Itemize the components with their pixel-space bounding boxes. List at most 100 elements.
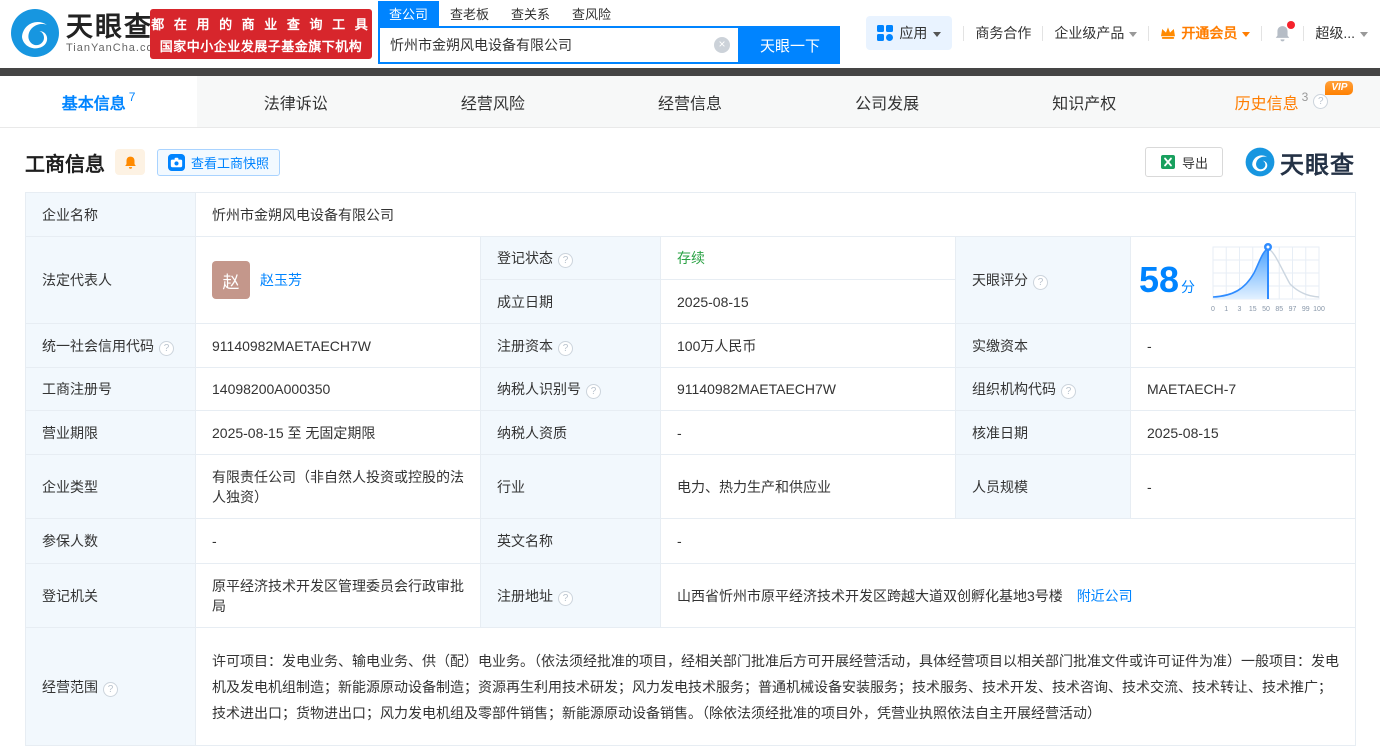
search-input-wrap: × bbox=[378, 26, 740, 64]
chevron-down-icon bbox=[1360, 32, 1368, 37]
tab-operating-risk[interactable]: 经营风险 bbox=[394, 76, 591, 127]
search-input[interactable] bbox=[390, 37, 714, 53]
nearby-companies-link[interactable]: 附近公司 bbox=[1077, 588, 1133, 604]
enterprise-label: 企业级产品 bbox=[1054, 23, 1124, 43]
field-value-company-type: 有限责任公司（非自然人投资或控股的法人独资） bbox=[196, 455, 481, 519]
svg-text:99: 99 bbox=[1302, 306, 1310, 313]
field-label-paid-capital: 实缴资本 bbox=[956, 324, 1131, 368]
search-tab-company[interactable]: 查公司 bbox=[378, 1, 439, 26]
tianyancha-logo[interactable]: 天眼查 TianYanCha.com bbox=[10, 8, 164, 58]
field-value-insured: - bbox=[196, 519, 481, 564]
field-label-address: 注册地址? bbox=[481, 564, 661, 628]
field-label-company-type: 企业类型 bbox=[26, 455, 196, 519]
svg-text:15: 15 bbox=[1249, 306, 1257, 313]
search-tab-boss[interactable]: 查老板 bbox=[439, 1, 500, 26]
tab-history-info[interactable]: VIP 历史信息 3 ? bbox=[1183, 76, 1380, 127]
tab-legal-litigation[interactable]: 法律诉讼 bbox=[197, 76, 394, 127]
score-panel[interactable]: 58分 0 1 bbox=[1139, 241, 1347, 319]
help-icon[interactable]: ? bbox=[558, 591, 573, 606]
notification-dot bbox=[1287, 21, 1295, 29]
field-label-staff-size: 人员规模 bbox=[956, 455, 1131, 519]
field-value-english-name: - bbox=[661, 519, 1356, 564]
table-row: 统一社会信用代码? 91140982MAETAECH7W 注册资本? 100万人… bbox=[26, 324, 1356, 368]
field-label-taxpayer-quality: 纳税人资质 bbox=[481, 411, 661, 455]
nav-open-vip[interactable]: 开通会员 bbox=[1160, 23, 1250, 43]
avatar[interactable]: 赵 bbox=[212, 261, 250, 299]
excel-icon bbox=[1160, 154, 1176, 170]
tianyancha-logo-icon bbox=[10, 8, 60, 58]
field-value-taxpayer-quality: - bbox=[661, 411, 956, 455]
watermark-logo: 天眼查 bbox=[1245, 145, 1355, 180]
field-label-reg-authority: 登记机关 bbox=[26, 564, 196, 628]
field-value-legal-rep: 赵 赵玉芳 bbox=[196, 237, 481, 324]
address-text: 山西省忻州市原平经济技术开发区跨越大道双创孵化基地3号楼 bbox=[677, 588, 1063, 604]
help-icon[interactable]: ? bbox=[586, 384, 601, 399]
field-value-establish-date: 2025-08-15 bbox=[661, 280, 956, 324]
table-row: 工商注册号 14098200A000350 纳税人识别号? 91140982MA… bbox=[26, 368, 1356, 411]
field-label-taxpayer-id: 纳税人识别号? bbox=[481, 368, 661, 411]
field-value-business-scope: 许可项目：发电业务、输电业务、供（配）电业务。（依法须经批准的项目，经相关部门批… bbox=[196, 628, 1356, 746]
field-value-reg-number: 14098200A000350 bbox=[196, 368, 481, 411]
tab-label: 经营风险 bbox=[461, 90, 525, 114]
search-tab-risk[interactable]: 查风险 bbox=[561, 1, 622, 26]
tab-intellectual-property[interactable]: 知识产权 bbox=[986, 76, 1183, 127]
camera-icon bbox=[168, 154, 185, 171]
tab-company-development[interactable]: 公司发展 bbox=[789, 76, 986, 127]
section-title: 工商信息 bbox=[25, 148, 105, 177]
help-icon[interactable]: ? bbox=[1313, 94, 1328, 109]
vip-badge: VIP bbox=[1325, 81, 1353, 95]
field-label-tyc-score: 天眼评分? bbox=[956, 237, 1131, 324]
field-value-tyc-score[interactable]: 58分 0 1 bbox=[1131, 237, 1356, 324]
tab-basic-info[interactable]: 基本信息 7 bbox=[0, 76, 197, 127]
field-label-industry: 行业 bbox=[481, 455, 661, 519]
help-icon[interactable]: ? bbox=[103, 682, 118, 697]
help-icon[interactable]: ? bbox=[159, 341, 174, 356]
score-number: 58分 bbox=[1139, 262, 1195, 298]
clear-icon[interactable]: × bbox=[714, 37, 730, 53]
field-label-reg-number: 工商注册号 bbox=[26, 368, 196, 411]
tianyancha-logo-icon bbox=[1245, 147, 1275, 177]
field-value-approval-date: 2025-08-15 bbox=[1131, 411, 1356, 455]
svg-text:1: 1 bbox=[1224, 306, 1228, 313]
search-tab-relation[interactable]: 查关系 bbox=[500, 1, 561, 26]
user-label: 超级... bbox=[1315, 23, 1355, 43]
help-icon[interactable]: ? bbox=[1061, 384, 1076, 399]
field-value-reg-capital: 100万人民币 bbox=[661, 324, 956, 368]
help-icon[interactable]: ? bbox=[1033, 275, 1048, 290]
field-value-staff-size: - bbox=[1131, 455, 1356, 519]
field-value-org-code: MAETAECH-7 bbox=[1131, 368, 1356, 411]
apps-menu[interactable]: 应用 bbox=[866, 16, 952, 50]
company-tabs: 基本信息 7 法律诉讼 经营风险 经营信息 公司发展 知识产权 VIP 历史信息… bbox=[0, 76, 1380, 128]
user-menu[interactable]: 超级... bbox=[1315, 23, 1368, 43]
svg-text:85: 85 bbox=[1275, 306, 1283, 313]
help-icon[interactable]: ? bbox=[558, 253, 573, 268]
search-tabs: 查公司 查老板 查关系 查风险 bbox=[378, 2, 840, 26]
field-value-company-name: 忻州市金朔风电设备有限公司 bbox=[196, 193, 1356, 237]
monitor-bell-button[interactable] bbox=[115, 149, 145, 175]
crown-icon bbox=[1160, 26, 1176, 40]
top-nav: 应用 商务合作 企业级产品 开通会员 超级... bbox=[866, 16, 1368, 50]
help-icon[interactable]: ? bbox=[558, 341, 573, 356]
notifications-bell[interactable] bbox=[1273, 24, 1292, 43]
field-label-company-name: 企业名称 bbox=[26, 193, 196, 237]
field-value-taxpayer-id: 91140982MAETAECH7W bbox=[661, 368, 956, 411]
search-row: × 天眼一下 bbox=[378, 26, 840, 64]
table-row: 参保人数 - 英文名称 - bbox=[26, 519, 1356, 564]
field-label-business-scope: 经营范围? bbox=[26, 628, 196, 746]
tab-business-info[interactable]: 经营信息 bbox=[591, 76, 788, 127]
legal-rep-link[interactable]: 赵玉芳 bbox=[260, 270, 302, 290]
tab-label: 历史信息 bbox=[1235, 90, 1299, 114]
search-button[interactable]: 天眼一下 bbox=[740, 26, 840, 64]
svg-text:50: 50 bbox=[1262, 306, 1270, 313]
nav-enterprise-products[interactable]: 企业级产品 bbox=[1054, 23, 1137, 43]
section-header: 工商信息 查看工商快照 导出 天眼查 bbox=[25, 144, 1355, 180]
nav-business-coop[interactable]: 商务合作 bbox=[975, 23, 1031, 43]
tab-label: 知识产权 bbox=[1052, 90, 1116, 114]
field-label-business-term: 营业期限 bbox=[26, 411, 196, 455]
export-label: 导出 bbox=[1182, 153, 1208, 172]
snapshot-button[interactable]: 查看工商快照 bbox=[157, 149, 280, 176]
field-value-reg-authority: 原平经济技术开发区管理委员会行政审批局 bbox=[196, 564, 481, 628]
export-button[interactable]: 导出 bbox=[1145, 147, 1223, 177]
divider bbox=[1148, 26, 1149, 41]
business-info-table: 企业名称 忻州市金朔风电设备有限公司 法定代表人 赵 赵玉芳 登记状态? 存续 … bbox=[25, 192, 1356, 746]
